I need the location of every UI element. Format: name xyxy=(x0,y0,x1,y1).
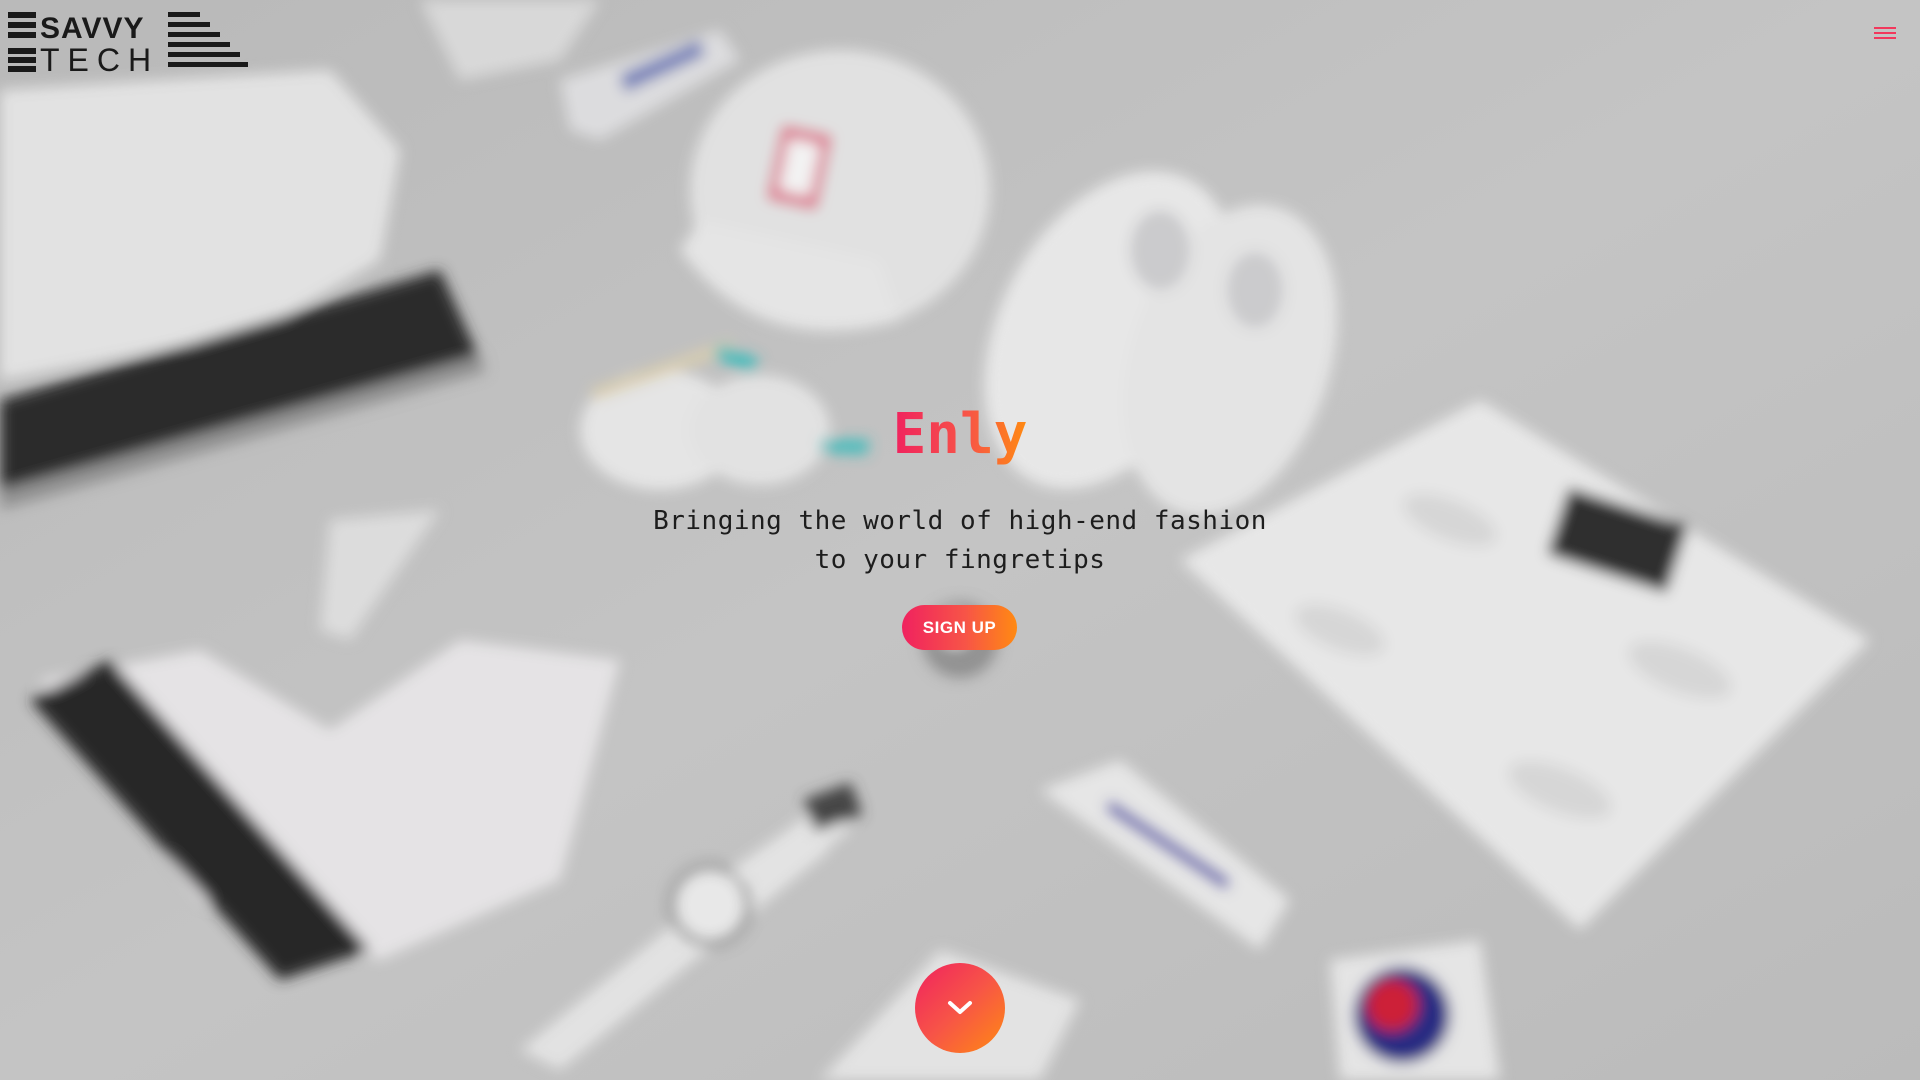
hero-subtitle: Bringing the world of high-end fashion to… xyxy=(560,502,1360,580)
hero-title-text: Enly xyxy=(892,402,1028,467)
menu-bar-middle xyxy=(1874,32,1896,34)
logo-line2: TECH xyxy=(40,42,159,72)
chevron-down-icon xyxy=(948,1001,972,1014)
savvy-tech-logo[interactable]: SAVVY TECH xyxy=(8,10,248,72)
hamburger-menu-icon[interactable] xyxy=(1874,24,1898,46)
hero-subtitle-line1: Bringing the world of high-end fashion xyxy=(653,506,1267,536)
logo-line1: SAVVY xyxy=(40,12,144,45)
menu-bar-bottom xyxy=(1874,37,1896,39)
hero-title: Enly xyxy=(0,400,1920,470)
menu-bar-top xyxy=(1874,27,1896,29)
signup-button[interactable]: SIGN UP xyxy=(902,605,1017,650)
hero-subtitle-line2: to your fingretips xyxy=(814,545,1106,575)
scroll-down-button[interactable] xyxy=(915,963,1005,1053)
